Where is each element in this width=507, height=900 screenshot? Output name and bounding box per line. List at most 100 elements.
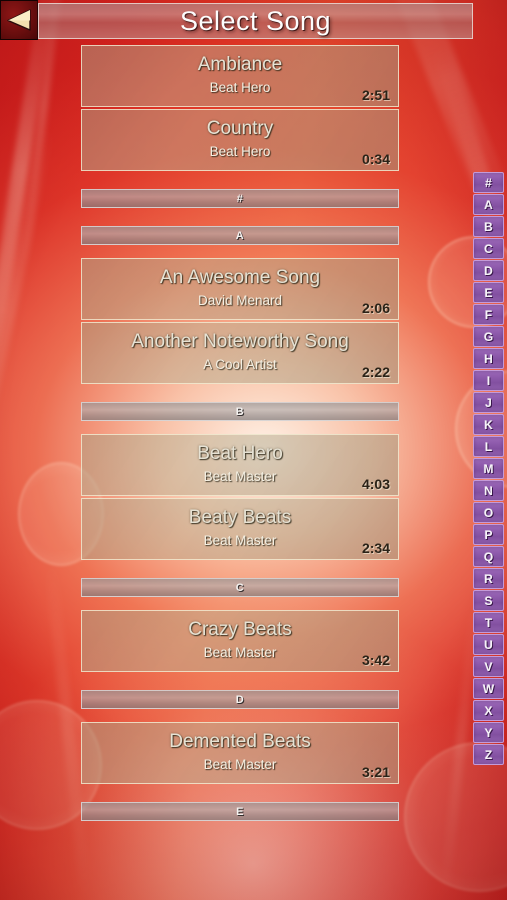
alphabet-button-h[interactable]: H (473, 348, 504, 369)
alphabet-button-label: N (484, 483, 493, 498)
song-duration: 3:42 (361, 652, 390, 668)
alphabet-button-n[interactable]: N (473, 480, 504, 501)
alphabet-button-label: S (484, 593, 493, 608)
song-artist: David Menard (197, 293, 283, 308)
alphabet-button-label: J (485, 395, 492, 410)
alphabet-button-g[interactable]: G (473, 326, 504, 347)
alphabet-button-k[interactable]: K (473, 414, 504, 435)
alphabet-button-label: E (484, 285, 493, 300)
song-duration: 2:34 (361, 540, 390, 556)
alphabet-button-i[interactable]: I (473, 370, 504, 391)
alphabet-button-label: G (483, 329, 494, 344)
alphabet-button-label: D (484, 263, 493, 278)
alphabet-button-label: X (484, 703, 493, 718)
section-divider-letter: E (236, 805, 244, 818)
alphabet-button-r[interactable]: R (473, 568, 504, 589)
song-title: Crazy Beats (188, 619, 292, 640)
alphabet-button-b[interactable]: B (473, 216, 504, 237)
alphabet-button-z[interactable]: Z (473, 744, 504, 765)
song-row[interactable]: Beat Hero Beat Master 4:03 (81, 434, 399, 496)
song-row[interactable]: Country Beat Hero 0:34 (81, 109, 399, 171)
alphabet-button-p[interactable]: P (473, 524, 504, 545)
song-title: Ambiance (197, 54, 283, 75)
song-artist: Beat Hero (209, 144, 271, 159)
song-title: Demented Beats (169, 731, 311, 752)
song-duration: 2:06 (361, 300, 390, 316)
alphabet-button-label: C (484, 241, 493, 256)
section-divider-letter: A (235, 229, 245, 242)
song-title: Another Noteworthy Song (131, 331, 349, 352)
section-divider-e: E (81, 802, 399, 821)
song-row[interactable]: Another Noteworthy Song A Cool Artist 2:22 (81, 322, 399, 384)
song-artist: Beat Master (203, 533, 277, 548)
song-title: Beaty Beats (188, 507, 292, 528)
section-divider-d: D (81, 690, 399, 709)
top-bar: Select Song (0, 0, 507, 42)
alphabet-button-label: Q (483, 549, 494, 564)
alphabet-button-w[interactable]: W (473, 678, 504, 699)
song-row[interactable]: An Awesome Song David Menard 2:06 (81, 258, 399, 320)
alphabet-button-label: # (485, 175, 492, 190)
alphabet-button-label: H (484, 351, 493, 366)
back-button[interactable] (0, 0, 38, 40)
song-duration: 2:51 (361, 87, 390, 103)
song-row[interactable]: Beaty Beats Beat Master 2:34 (81, 498, 399, 560)
song-row[interactable]: Ambiance Beat Hero 2:51 (81, 45, 399, 107)
song-artist: Beat Master (203, 645, 277, 660)
section-divider-letter: C (235, 581, 245, 594)
alphabet-button-label: O (483, 505, 494, 520)
song-duration: 4:03 (361, 476, 390, 492)
alphabet-button-label: F (484, 307, 493, 322)
song-duration: 3:21 (361, 764, 390, 780)
section-divider-b: B (81, 402, 399, 421)
alphabet-button-o[interactable]: O (473, 502, 504, 523)
alphabet-button-label: T (484, 615, 493, 630)
alphabet-button-label: Z (484, 747, 493, 762)
song-artist: Beat Master (203, 469, 277, 484)
alphabet-button-label: V (484, 659, 493, 674)
section-divider-a: A (81, 226, 399, 245)
song-list[interactable]: Ambiance Beat Hero 2:51 Country Beat Hero 0:3… (81, 45, 399, 900)
song-artist: Beat Hero (209, 80, 271, 95)
section-divider-letter: D (235, 693, 245, 706)
song-duration: 2:22 (361, 364, 390, 380)
alphabet-button-s[interactable]: S (473, 590, 504, 611)
song-row[interactable]: Demented Beats Beat Master 3:21 (81, 722, 399, 784)
alphabet-button-u[interactable]: U (473, 634, 504, 655)
section-divider-hash: # (81, 189, 399, 208)
alphabet-button-y[interactable]: Y (473, 722, 504, 743)
song-title: An Awesome Song (159, 267, 321, 288)
alphabet-button-label: I (486, 373, 491, 388)
song-select-screen: Select Song Ambiance Beat Hero 2:51 Country… (0, 0, 507, 900)
alphabet-button-x[interactable]: X (473, 700, 504, 721)
alphabet-button-c[interactable]: C (473, 238, 504, 259)
section-divider-letter: # (236, 192, 244, 205)
alphabet-button-label: U (484, 637, 493, 652)
alphabet-button-d[interactable]: D (473, 260, 504, 281)
alphabet-button-label: B (484, 219, 493, 234)
alphabet-button-label: K (484, 417, 493, 432)
alphabet-button-t[interactable]: T (473, 612, 504, 633)
song-artist: Beat Master (203, 757, 277, 772)
alphabet-button-label: P (484, 527, 493, 542)
alphabet-button-q[interactable]: Q (473, 546, 504, 567)
alphabet-button-hash[interactable]: # (473, 172, 504, 193)
alphabet-button-label: Y (484, 725, 493, 740)
song-title: Country (206, 118, 274, 139)
alphabet-button-m[interactable]: M (473, 458, 504, 479)
alphabet-button-e[interactable]: E (473, 282, 504, 303)
alphabet-button-label: W (482, 681, 495, 696)
alphabet-button-l[interactable]: L (473, 436, 504, 457)
alphabet-index-rail[interactable]: # A B C D E F G H I J K L M N O P Q R S T U V W X Y Z (473, 172, 505, 766)
song-title: Beat Hero (197, 443, 283, 464)
alphabet-button-v[interactable]: V (473, 656, 504, 677)
alphabet-button-label: A (484, 197, 493, 212)
song-row[interactable]: Crazy Beats Beat Master 3:42 (81, 610, 399, 672)
alphabet-button-j[interactable]: J (473, 392, 504, 413)
alphabet-button-f[interactable]: F (473, 304, 504, 325)
alphabet-button-label: R (484, 571, 493, 586)
alphabet-button-label: L (484, 439, 493, 454)
page-title: Select Song (179, 5, 332, 36)
section-divider-c: C (81, 578, 399, 597)
alphabet-button-a[interactable]: A (473, 194, 504, 215)
